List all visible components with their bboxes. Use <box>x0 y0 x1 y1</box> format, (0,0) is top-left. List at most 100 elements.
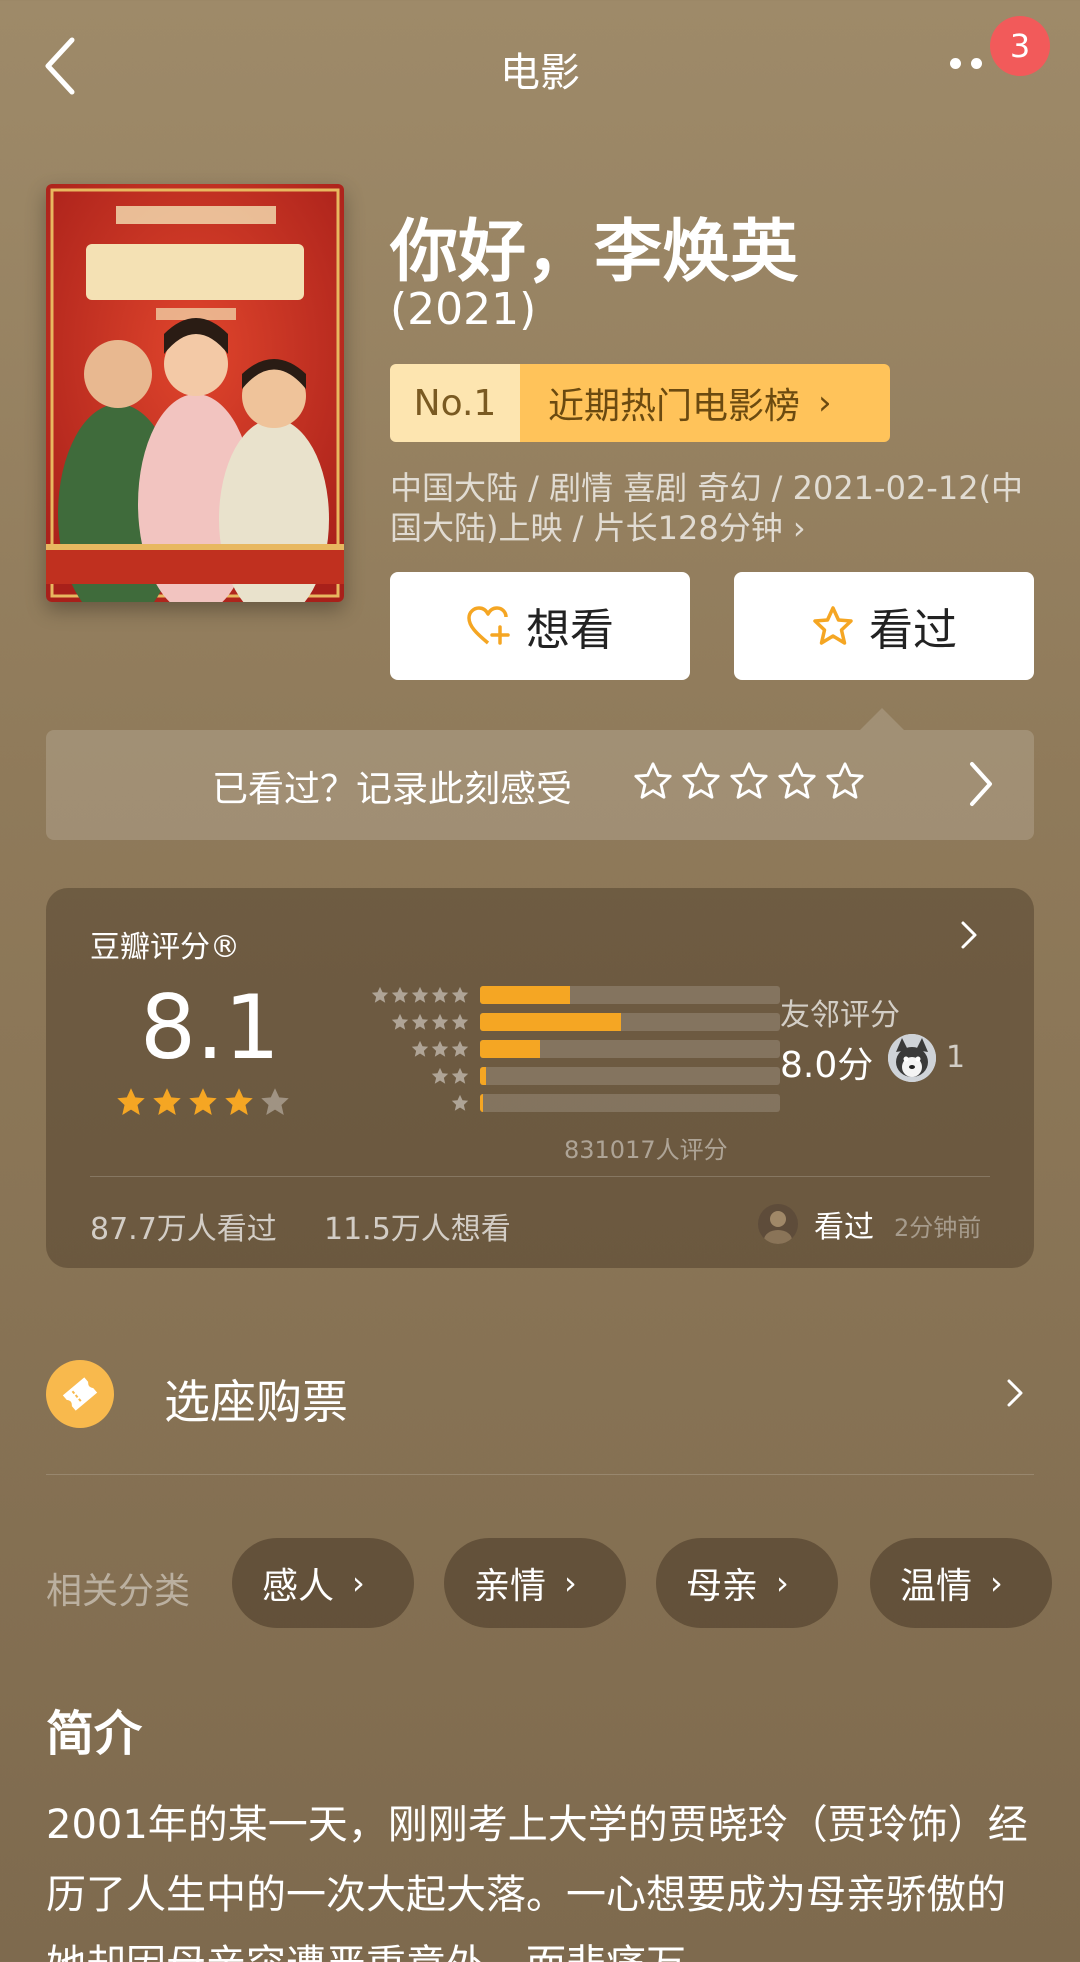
rating-label: 豆瓣评分® <box>90 930 240 965</box>
star-outline-icon[interactable] <box>776 760 818 802</box>
chevron-right-icon: › <box>818 383 832 423</box>
tag-chip[interactable]: 母亲 › <box>656 1538 838 1628</box>
buy-ticket-row[interactable]: 选座购票 <box>46 1344 1034 1444</box>
distribution-stars <box>370 985 470 1005</box>
distribution-stars <box>410 1039 470 1059</box>
distribution-row <box>310 1067 780 1085</box>
chevron-right-icon: › <box>776 1564 789 1602</box>
tag-chip[interactable]: 亲情 › <box>444 1538 626 1628</box>
chevron-right-icon: › <box>564 1564 577 1602</box>
score-stars <box>114 1086 294 1118</box>
rank-list-label: 近期热门电影榜 <box>548 386 801 427</box>
star-small-icon <box>411 1013 429 1030</box>
related-categories-label: 相关分类 <box>46 1571 191 1612</box>
friend-rating-score: 8.0分 <box>780 1045 874 1086</box>
tag-label: 亲情 <box>474 1566 547 1607</box>
star-outline-icon[interactable] <box>680 760 722 802</box>
star-small-icon <box>391 986 409 1003</box>
distribution-stars <box>390 1012 470 1032</box>
distribution-stars <box>450 1093 470 1113</box>
movie-meta[interactable]: 中国大陆 / 剧情 喜剧 奇幻 / 2021-02-12(中国大陆)上映 / 片… <box>390 468 1040 548</box>
star-small-icon <box>431 1040 449 1057</box>
notification-badge[interactable]: 3 <box>990 16 1050 76</box>
distribution-bar-fill <box>480 986 570 1004</box>
douban-rating-card[interactable]: 豆瓣评分® 8.1 831017人评分 友邻评分 8.0分 1 87.7万人看过… <box>46 888 1034 1268</box>
synopsis-text: 2001年的某一天，刚刚考上大学的贾晓玲（贾玲饰）经历了人生中的一次大起大落。一… <box>46 1802 1028 1962</box>
distribution-bar-fill <box>480 1067 486 1085</box>
distribution-bar-track <box>480 1094 780 1112</box>
chevron-right-icon: › <box>352 1564 365 1602</box>
star-small-icon <box>451 1067 469 1084</box>
page-title: 电影 <box>500 50 580 96</box>
friend-rating-label: 友邻评分 <box>780 998 900 1033</box>
distribution-bar-fill <box>480 1013 621 1031</box>
tag-label: 感人 <box>262 1566 335 1607</box>
rank-number: No.1 <box>390 364 520 442</box>
record-prompt: 已看过？记录此刻感受 <box>212 769 573 810</box>
movie-title: 你好，李焕英 <box>390 213 799 292</box>
distribution-bar-track <box>480 986 780 1004</box>
chevron-right-icon <box>961 921 977 949</box>
star-outline-icon <box>813 606 853 645</box>
ticket-icon <box>46 1360 114 1428</box>
tag-chip[interactable]: 感人 › <box>232 1538 414 1628</box>
star-small-icon <box>431 986 449 1003</box>
seen-label: 看过 <box>869 605 957 656</box>
chevron-right-icon <box>1007 1379 1023 1407</box>
tag-label: 温情 <box>900 1566 973 1607</box>
seen-button[interactable]: 看过 <box>734 572 1034 680</box>
divider <box>90 1176 990 1177</box>
pointer-triangle <box>860 708 904 730</box>
rating-input-stars[interactable] <box>632 760 872 802</box>
friend-avatar[interactable] <box>888 1034 936 1082</box>
star-empty-icon <box>261 1088 289 1115</box>
want-count[interactable]: 11.5万人想看 <box>324 1204 511 1248</box>
tag-chip[interactable]: 温情 › <box>870 1538 1052 1628</box>
rating-count: 831017人评分 <box>564 1136 728 1164</box>
distribution-bar-fill <box>480 1094 483 1112</box>
distribution-row <box>310 986 780 1004</box>
star-small-icon <box>391 1013 409 1030</box>
star-small-icon <box>411 1040 429 1057</box>
distribution-row <box>310 1040 780 1058</box>
star-outline-icon[interactable] <box>824 760 866 802</box>
star-small-icon <box>431 1067 449 1084</box>
record-feeling-bar[interactable]: 已看过？记录此刻感受 <box>46 730 1034 840</box>
divider <box>46 1474 1034 1475</box>
star-filled-icon <box>225 1088 253 1115</box>
friend-rating-count: 1 <box>946 1040 966 1075</box>
tag-label: 母亲 <box>686 1566 759 1607</box>
heart-plus-icon <box>467 606 510 645</box>
poster-image <box>46 184 344 602</box>
seen-count[interactable]: 87.7万人看过 <box>90 1204 277 1248</box>
star-small-icon <box>451 1094 469 1111</box>
rating-score: 8.1 <box>140 976 280 1079</box>
want-label: 想看 <box>526 605 614 656</box>
activity-text: 看过 <box>814 1210 874 1245</box>
buy-ticket-label: 选座购票 <box>164 1375 348 1429</box>
more-dot-icon <box>971 58 982 69</box>
star-small-icon <box>451 1013 469 1030</box>
distribution-stars <box>430 1066 470 1086</box>
want-to-watch-button[interactable]: 想看 <box>390 572 690 680</box>
star-filled-icon <box>189 1088 217 1115</box>
distribution-bar-track <box>480 1067 780 1085</box>
star-filled-icon <box>153 1088 181 1115</box>
chevron-right-icon <box>970 762 992 806</box>
star-outline-icon[interactable] <box>728 760 770 802</box>
movie-year: (2021) <box>390 284 537 335</box>
star-small-icon <box>451 986 469 1003</box>
rank-badge[interactable]: No.1 近期热门电影榜 › <box>390 364 890 442</box>
synopsis-title: 简介 <box>46 1706 143 1762</box>
star-filled-icon <box>117 1088 145 1115</box>
star-outline-icon[interactable] <box>632 760 674 802</box>
distribution-bar-track <box>480 1013 780 1031</box>
activity-avatar[interactable] <box>758 1204 798 1244</box>
chevron-right-icon: › <box>990 1564 1003 1602</box>
distribution-row <box>310 1013 780 1031</box>
husky-avatar-icon <box>888 1034 936 1082</box>
distribution-bar-fill <box>480 1040 540 1058</box>
activity-time: 2分钟前 <box>894 1214 982 1242</box>
star-small-icon <box>371 986 389 1003</box>
movie-poster[interactable] <box>46 184 344 602</box>
